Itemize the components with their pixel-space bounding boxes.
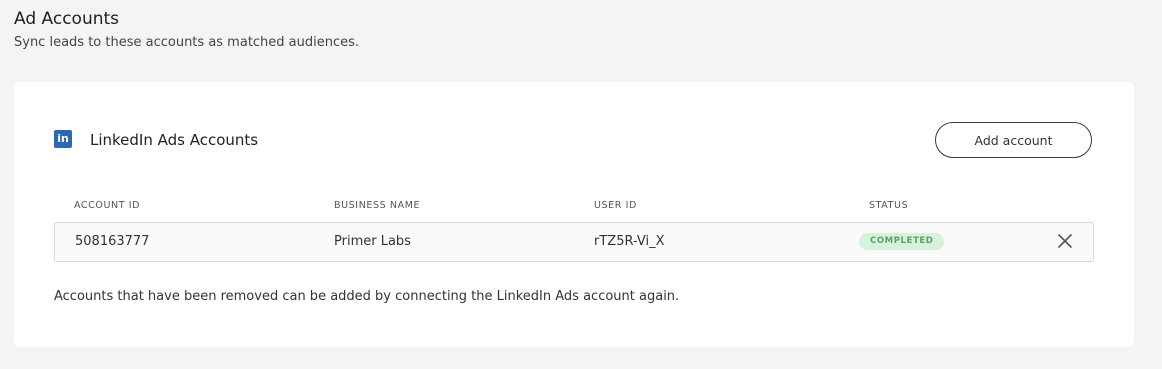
user-id-cell: rTZ5R-Vi_X: [594, 234, 665, 249]
page-title: Ad Accounts: [14, 9, 120, 29]
column-header-business-name: BUSINESS NAME: [334, 200, 421, 211]
linkedin-icon: in: [54, 130, 72, 148]
table-row: 508163777 Primer Labs rTZ5R-Vi_X COMPLET…: [54, 222, 1094, 262]
removed-accounts-note: Accounts that have been removed can be a…: [54, 289, 680, 304]
add-account-button[interactable]: Add account: [935, 122, 1092, 158]
linkedin-accounts-card: in LinkedIn Ads Accounts Add account ACC…: [14, 82, 1134, 347]
column-header-account-id: ACCOUNT ID: [74, 200, 141, 211]
card-title: LinkedIn Ads Accounts: [90, 131, 259, 149]
status-badge: COMPLETED: [859, 233, 945, 250]
remove-account-button[interactable]: [1055, 231, 1075, 251]
close-icon: [1058, 234, 1072, 248]
page-subtitle: Sync leads to these accounts as matched …: [14, 35, 360, 50]
column-header-status: STATUS: [869, 200, 909, 211]
column-header-user-id: USER ID: [594, 200, 637, 211]
account-id-cell: 508163777: [75, 234, 150, 249]
business-name-cell: Primer Labs: [334, 234, 411, 249]
